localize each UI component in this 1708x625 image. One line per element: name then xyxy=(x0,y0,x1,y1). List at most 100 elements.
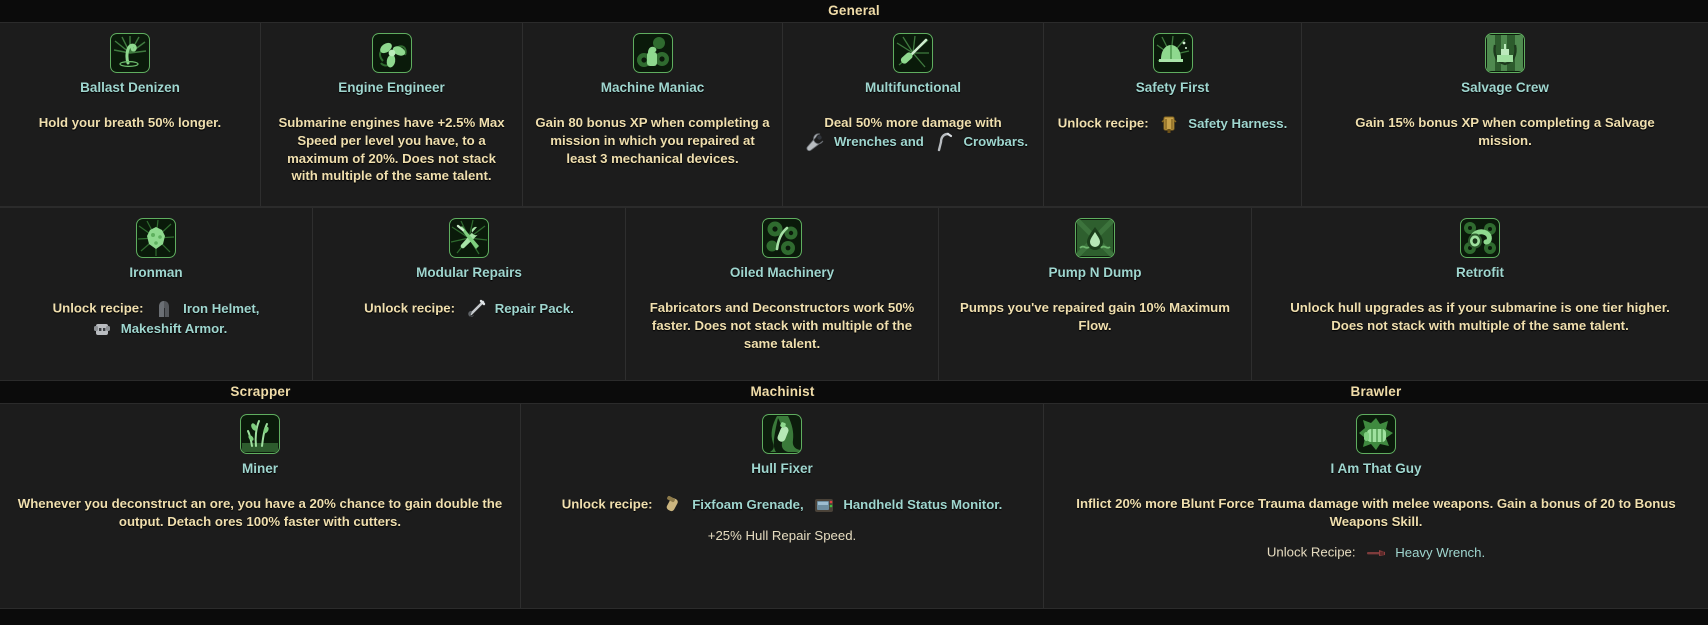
heavy-wrench-icon xyxy=(1365,543,1387,563)
talent-name: Ballast Denizen xyxy=(80,80,180,95)
talent-description-line: Unlock hull upgrades as if your submarin… xyxy=(1280,299,1680,335)
talent-description-line: Pumps you've repaired gain 10% Maximum F… xyxy=(951,299,1239,335)
talent-description-items: Unlock recipe: Safety Harness. xyxy=(1056,114,1289,134)
talent-name: Modular Repairs xyxy=(416,265,522,280)
retrofit-icon xyxy=(1460,218,1500,258)
repair-pack-icon xyxy=(465,299,487,319)
pump-n-dump-icon xyxy=(1075,218,1115,258)
talent-description-line: Hold your breath 50% longer. xyxy=(12,114,248,132)
talent-name: I Am That Guy xyxy=(1330,461,1421,476)
unlock-recipe-label: Unlock recipe: xyxy=(364,300,455,315)
talent-card-ballast-denizen[interactable]: Ballast Denizen Hold your breath 50% lon… xyxy=(0,23,261,206)
talent-description: Unlock recipe: Iron Helmet, xyxy=(12,299,300,339)
item-fixfoam-grenade[interactable]: Fixfoam Grenade, xyxy=(656,495,803,515)
talent-row-specializations: Miner Whenever you deconstruct an ore, y… xyxy=(0,403,1708,609)
wrench-icon xyxy=(804,132,826,152)
talent-description-items: Unlock Recipe: Heavy Wrench. xyxy=(1056,543,1696,563)
item-label: Wrenches and xyxy=(834,133,924,151)
talent-description-items: Unlock recipe: Repair Pack. xyxy=(325,299,613,319)
section-header-machinist: Machinist xyxy=(521,381,1044,403)
talent-description: Gain 15% bonus XP when completing a Salv… xyxy=(1355,114,1655,150)
unlock-recipe-label: Unlock Recipe: xyxy=(1267,544,1356,559)
talent-name: Safety First xyxy=(1136,80,1210,95)
talent-description: Inflict 20% more Blunt Force Trauma dama… xyxy=(1056,495,1696,563)
talent-card-miner[interactable]: Miner Whenever you deconstruct an ore, y… xyxy=(0,404,521,608)
talent-card-salvage-crew[interactable]: Salvage Crew Gain 15% bonus XP when comp… xyxy=(1302,23,1708,206)
modular-repairs-icon xyxy=(449,218,489,258)
talent-description-line: Fabricators and Deconstructors work 50% … xyxy=(638,299,926,352)
talent-description-line: Deal 50% more damage with xyxy=(795,114,1031,132)
talent-description-items: Unlock recipe: Iron Helmet, xyxy=(12,299,300,319)
talent-card-modular-repairs[interactable]: Modular Repairs Unlock recipe: Repair Pa… xyxy=(313,208,626,380)
talent-description: Hold your breath 50% longer. xyxy=(12,114,248,132)
talent-description-line: Gain 15% bonus XP when completing a Salv… xyxy=(1355,114,1655,150)
safety-harness-icon xyxy=(1158,114,1180,134)
talent-card-hull-fixer[interactable]: Hull Fixer Unlock recipe: Fixfoam Grenad… xyxy=(521,404,1044,608)
talent-description-line: Whenever you deconstruct an ore, you hav… xyxy=(12,495,508,531)
talent-description: Deal 50% more damage with Wrenches and xyxy=(795,114,1031,152)
item-label: Repair Pack. xyxy=(495,300,574,318)
talent-description-items-2: Makeshift Armor. xyxy=(12,319,300,339)
talent-description: Submarine engines have +2.5% Max Speed p… xyxy=(273,114,510,185)
engine-engineer-icon xyxy=(372,33,412,73)
section-header-general-band: General xyxy=(0,0,1708,22)
fixfoam-grenade-icon xyxy=(662,495,684,515)
talent-name: Hull Fixer xyxy=(751,461,813,476)
talent-card-oiled-machinery[interactable]: Oiled Machinery Fabricators and Deconstr… xyxy=(626,208,939,380)
talent-tree-panel: General Ballast Denizen xyxy=(0,0,1708,625)
talent-name: Ironman xyxy=(129,265,182,280)
talent-name: Oiled Machinery xyxy=(730,265,834,280)
iron-helmet-icon xyxy=(153,299,175,319)
talent-description: Unlock recipe: Fixfoam Grenade, xyxy=(533,495,1031,545)
talent-name: Miner xyxy=(242,461,278,476)
item-makeshift-armor[interactable]: Makeshift Armor. xyxy=(85,319,228,339)
item-wrench[interactable]: Wrenches and xyxy=(798,132,924,152)
item-iron-helmet[interactable]: Iron Helmet, xyxy=(147,299,259,319)
item-handheld-status-monitor[interactable]: Handheld Status Monitor. xyxy=(807,495,1002,515)
talent-card-retrofit[interactable]: Retrofit Unlock hull upgrades as if your… xyxy=(1252,208,1708,380)
talent-card-engine-engineer[interactable]: Engine Engineer Submarine engines have +… xyxy=(261,23,523,206)
talent-card-safety-first[interactable]: Safety First Unlock recipe: xyxy=(1044,23,1302,206)
item-label: Crowbars. xyxy=(964,133,1029,151)
talent-card-pump-n-dump[interactable]: Pump N Dump Pumps you've repaired gain 1… xyxy=(939,208,1252,380)
section-header-specializations-band: Scrapper Machinist Brawler xyxy=(0,381,1708,403)
ironman-icon xyxy=(136,218,176,258)
talent-description: Gain 80 bonus XP when completing a missi… xyxy=(535,114,770,167)
talent-name: Retrofit xyxy=(1456,265,1504,280)
safety-first-icon xyxy=(1153,33,1193,73)
item-safety-harness[interactable]: Safety Harness. xyxy=(1152,114,1287,134)
machine-maniac-icon xyxy=(633,33,673,73)
talent-description-line: Gain 80 bonus XP when completing a missi… xyxy=(535,114,770,167)
talent-row-general-1: Ballast Denizen Hold your breath 50% lon… xyxy=(0,22,1708,207)
item-label: Iron Helmet, xyxy=(183,300,259,318)
talent-card-multifunctional[interactable]: Multifunctional Deal 50% more damage wit… xyxy=(783,23,1044,206)
talent-name: Multifunctional xyxy=(865,80,961,95)
item-heavy-wrench[interactable]: Heavy Wrench. xyxy=(1359,543,1485,563)
talent-description: Fabricators and Deconstructors work 50% … xyxy=(638,299,926,352)
item-label: Fixfoam Grenade, xyxy=(692,496,803,514)
talent-description: Unlock recipe: Repair Pack. xyxy=(325,299,613,319)
makeshift-armor-icon xyxy=(91,319,113,339)
i-am-that-guy-icon xyxy=(1356,414,1396,454)
talent-description-items: Wrenches and Crowbars. xyxy=(795,132,1031,152)
item-label: Heavy Wrench. xyxy=(1395,544,1485,562)
talent-card-machine-maniac[interactable]: Machine Maniac Gain 80 bonus XP when com… xyxy=(523,23,783,206)
unlock-recipe-label: Unlock recipe: xyxy=(1058,115,1149,130)
item-label: Makeshift Armor. xyxy=(121,320,228,338)
talent-card-ironman[interactable]: Ironman Unlock recipe: Iron Helmet, xyxy=(0,208,313,380)
talent-description-line: Inflict 20% more Blunt Force Trauma dama… xyxy=(1056,495,1696,531)
item-repair-pack[interactable]: Repair Pack. xyxy=(459,299,574,319)
multifunctional-icon xyxy=(893,33,933,73)
section-header-general: General xyxy=(0,0,1708,22)
talent-description-line: Submarine engines have +2.5% Max Speed p… xyxy=(273,114,510,185)
talent-description: Unlock hull upgrades as if your submarin… xyxy=(1280,299,1680,335)
item-label: Handheld Status Monitor. xyxy=(843,496,1002,514)
talent-description: Unlock recipe: Safety Harness. xyxy=(1056,114,1289,134)
talent-card-i-am-that-guy[interactable]: I Am That Guy Inflict 20% more Blunt For… xyxy=(1044,404,1708,608)
ballast-denizen-icon xyxy=(110,33,150,73)
talent-name: Machine Maniac xyxy=(601,80,705,95)
talent-row-general-2: Ironman Unlock recipe: Iron Helmet, xyxy=(0,207,1708,381)
item-crowbar[interactable]: Crowbars. xyxy=(928,132,1029,152)
oiled-machinery-icon xyxy=(762,218,802,258)
salvage-crew-icon xyxy=(1485,33,1525,73)
